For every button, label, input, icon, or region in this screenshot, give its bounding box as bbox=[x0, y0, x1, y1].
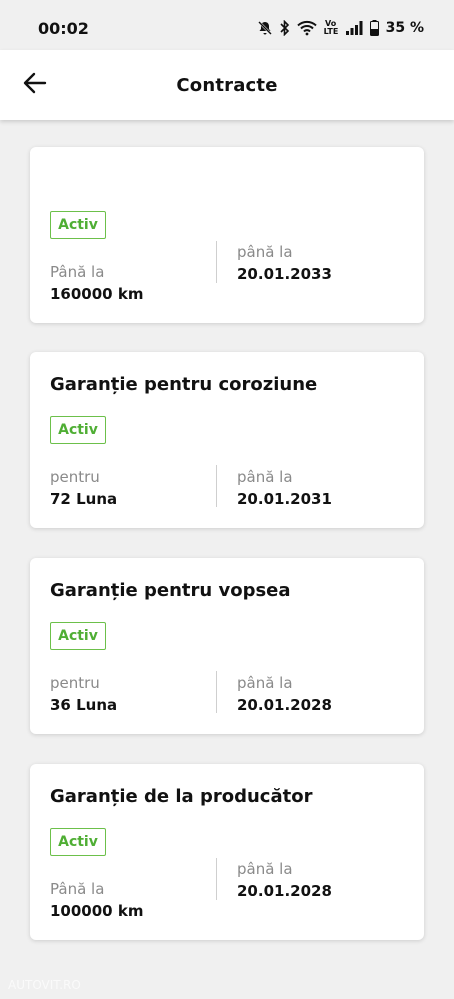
divider bbox=[216, 858, 217, 900]
mute-notifications-icon bbox=[257, 20, 273, 36]
end-date-value: 20.01.2031 bbox=[237, 490, 332, 508]
status-bar: 00:02 Vo LTE 35 % bbox=[0, 0, 454, 50]
limit-value: 160000 km bbox=[50, 285, 144, 303]
divider bbox=[216, 465, 217, 507]
contract-title: Garanție de la producător bbox=[50, 786, 313, 807]
duration-value: 72 Luna bbox=[50, 490, 118, 508]
status-time: 00:02 bbox=[38, 19, 89, 38]
status-badge: Activ bbox=[50, 416, 106, 444]
volte-indicator: Vo LTE bbox=[323, 19, 339, 36]
status-badge: Activ bbox=[50, 828, 106, 856]
duration-label: pentru bbox=[50, 674, 100, 692]
limit-value: 100000 km bbox=[50, 902, 144, 920]
status-icons: Vo LTE 35 % bbox=[257, 18, 424, 38]
battery-percentage: 35 % bbox=[385, 20, 424, 36]
status-badge: Activ bbox=[50, 211, 106, 239]
contract-card[interactable]: Garanție de la producător Activ până la … bbox=[30, 764, 424, 940]
contract-title: Garanție pentru coroziune bbox=[50, 374, 318, 395]
end-date-value: 20.01.2033 bbox=[237, 265, 332, 283]
battery-icon bbox=[369, 20, 379, 36]
signal-icon bbox=[345, 20, 363, 36]
status-badge: Activ bbox=[50, 622, 106, 650]
end-date-label: până la bbox=[237, 860, 293, 878]
app-bar: Contracte bbox=[0, 50, 454, 120]
end-date-label: până la bbox=[237, 468, 293, 486]
duration-value: 36 Luna bbox=[50, 696, 118, 714]
end-date-label: până la bbox=[237, 243, 293, 261]
limit-label: Până la bbox=[50, 263, 105, 281]
end-date-label: până la bbox=[237, 674, 293, 692]
end-date-value: 20.01.2028 bbox=[237, 696, 332, 714]
contract-title: Garanție pentru vopsea bbox=[50, 580, 291, 601]
bluetooth-icon bbox=[280, 20, 290, 36]
divider bbox=[216, 671, 217, 713]
page-title: Contracte bbox=[176, 75, 278, 96]
watermark: AUTOVIT.RO bbox=[8, 978, 81, 992]
wifi-icon bbox=[296, 20, 317, 36]
divider bbox=[216, 241, 217, 283]
contract-card[interactable]: Activ până la Până la 20.01.2033 160000 … bbox=[30, 147, 424, 323]
contract-card[interactable]: Garanție pentru coroziune Activ pentru p… bbox=[30, 352, 424, 528]
limit-label: Până la bbox=[50, 880, 105, 898]
duration-label: pentru bbox=[50, 468, 100, 486]
contract-card[interactable]: Garanție pentru vopsea Activ pentru până… bbox=[30, 558, 424, 734]
end-date-value: 20.01.2028 bbox=[237, 882, 332, 900]
